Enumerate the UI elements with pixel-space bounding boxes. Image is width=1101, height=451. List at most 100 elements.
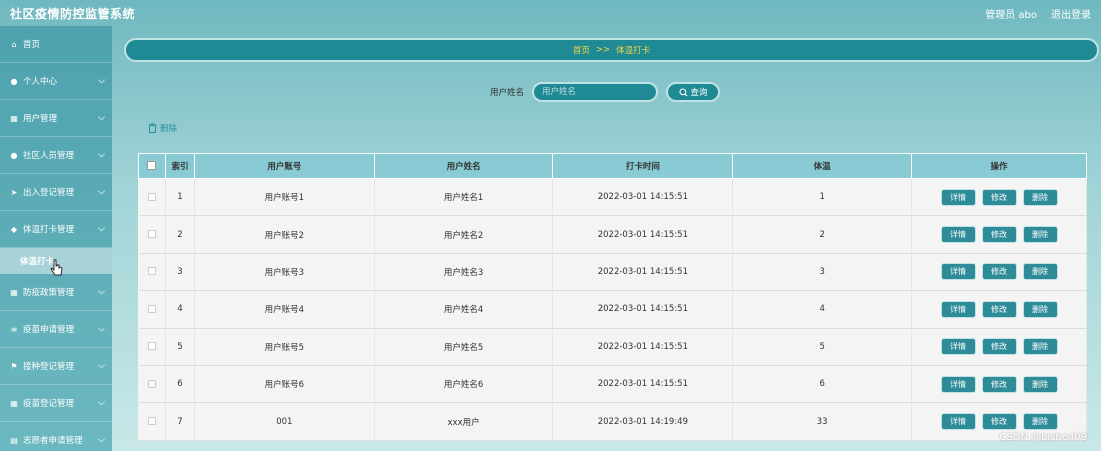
sidebar-item-table-b4[interactable]: ▤ 志愿者申请管理 xyxy=(0,422,112,451)
system-title: 社区疫情防控监管系统 xyxy=(10,6,136,21)
cell-name: 用户姓名2 xyxy=(374,215,554,254)
breadcrumb: 首页 >> 体温打卡 xyxy=(124,38,1099,62)
table-row: 5 用户账号5 用户姓名5 2022-03-01 14:15:51 5 详情 修改 删除 xyxy=(138,328,1087,366)
detail-button[interactable]: 详情 xyxy=(940,338,976,356)
sidebar-item-flag-b2[interactable]: ⚑ 接种登记管理 xyxy=(0,348,112,385)
table-icon: ▤ xyxy=(10,435,18,445)
sidebar-item-thumb-a5[interactable]: ◆ 体温打卡管理 xyxy=(0,211,112,248)
row-checkbox[interactable] xyxy=(147,342,156,351)
sidebar-item-users-a2[interactable]: ▦ 用户管理 xyxy=(0,100,112,137)
row-select-cell xyxy=(138,215,166,254)
breadcrumb-home[interactable]: 首页 xyxy=(573,44,590,56)
sidebar-item-person-a3[interactable]: ● 社区人员管理 xyxy=(0,137,112,174)
sidebar-item-list-b1[interactable]: ≡ 疫苗申请管理 xyxy=(0,311,112,348)
sidebar-item-grid-b0[interactable]: ▦ 防疫政策管理 xyxy=(0,274,112,311)
cell-account: 用户账号4 xyxy=(194,290,375,329)
sidebar-item-label: 体温打卡管理 xyxy=(23,225,75,235)
row-checkbox[interactable] xyxy=(147,379,156,388)
cell-temperature: 3 xyxy=(732,253,913,292)
delete-button[interactable]: 删除 xyxy=(1022,226,1058,244)
chevron-down-icon xyxy=(97,76,106,84)
cell-account: 用户账号3 xyxy=(194,253,375,292)
column-header-index: 索引 xyxy=(164,153,195,179)
delete-button[interactable]: 删除 xyxy=(1022,375,1058,393)
cell-time: 2022-03-01 14:15:51 xyxy=(552,253,734,292)
delete-button[interactable]: 删除 xyxy=(1022,338,1058,356)
cell-actions: 详情 修改 删除 xyxy=(911,328,1087,366)
delete-button[interactable]: 删除 xyxy=(1022,263,1058,281)
logout-link[interactable]: 退出登录 xyxy=(1051,6,1091,21)
sidebar-item-label: 用户管理 xyxy=(23,114,58,124)
submenu-label: 体温打卡 xyxy=(20,257,55,267)
row-select-cell xyxy=(138,402,166,441)
edit-button[interactable]: 修改 xyxy=(981,188,1017,206)
detail-button[interactable]: 详情 xyxy=(940,188,976,206)
table-row: 3 用户账号3 用户姓名3 2022-03-01 14:15:51 3 详情 修改 删除 xyxy=(138,253,1087,292)
admin-user-label[interactable]: 管理员 abo xyxy=(985,6,1037,21)
watermark: CSDN @bishe409 xyxy=(999,432,1087,443)
sidebar-item-label: 志愿者申请管理 xyxy=(23,436,83,446)
row-checkbox[interactable] xyxy=(147,267,156,276)
row-checkbox[interactable] xyxy=(147,304,156,313)
chevron-down-icon xyxy=(97,324,106,332)
column-header-name: 用户姓名 xyxy=(373,153,554,179)
sidebar-item-grid-b3[interactable]: ▦ 疫苗登记管理 xyxy=(0,385,112,422)
chevron-down-icon xyxy=(97,398,106,406)
cell-name: 用户姓名6 xyxy=(374,365,554,404)
row-select-cell xyxy=(138,365,166,404)
cell-temperature: 1 xyxy=(732,178,913,217)
edit-button[interactable]: 修改 xyxy=(981,413,1017,431)
cell-index: 1 xyxy=(165,178,195,217)
sidebar-item-label: 疫苗申请管理 xyxy=(23,325,75,335)
chevron-down-icon xyxy=(97,113,106,121)
cell-time: 2022-03-01 14:15:51 xyxy=(552,365,734,404)
sidebar-item-user-a1[interactable]: ● 个人中心 xyxy=(0,63,112,100)
cell-index: 3 xyxy=(165,253,195,292)
select-all-checkbox[interactable] xyxy=(147,161,157,170)
cell-time: 2022-03-01 14:19:49 xyxy=(552,402,734,441)
cell-actions: 详情 修改 删除 xyxy=(911,365,1087,404)
edit-button[interactable]: 修改 xyxy=(981,338,1017,356)
detail-button[interactable]: 详情 xyxy=(940,300,976,318)
edit-button[interactable]: 修改 xyxy=(981,375,1017,393)
cell-index: 6 xyxy=(165,365,195,404)
detail-button[interactable]: 详情 xyxy=(940,375,976,393)
row-checkbox[interactable] xyxy=(147,230,156,239)
cell-account: 001 xyxy=(194,402,375,441)
detail-button[interactable]: 详情 xyxy=(940,413,976,431)
cell-name: 用户姓名4 xyxy=(374,290,554,329)
top-right-links: 管理员 abo 退出登录 xyxy=(985,6,1091,21)
detail-button[interactable]: 详情 xyxy=(940,263,976,281)
row-select-cell xyxy=(138,290,166,329)
send-icon: ➤ xyxy=(10,187,18,197)
delete-button[interactable]: 删除 xyxy=(1022,413,1058,431)
chevron-down-icon xyxy=(97,150,106,158)
table-row: 1 用户账号1 用户姓名1 2022-03-01 14:15:51 1 详情 修改 删除 xyxy=(138,178,1087,217)
edit-button[interactable]: 修改 xyxy=(981,226,1017,244)
cell-index: 7 xyxy=(165,402,195,441)
search-icon xyxy=(678,87,687,96)
row-checkbox[interactable] xyxy=(147,417,156,426)
sidebar-item-send-a4[interactable]: ➤ 出入登记管理 xyxy=(0,174,112,211)
cell-account: 用户账号5 xyxy=(194,328,375,366)
search-button[interactable]: 查询 xyxy=(666,82,721,102)
breadcrumb-current: 体温打卡 xyxy=(616,46,651,56)
edit-button[interactable]: 修改 xyxy=(981,263,1017,281)
select-all-cell xyxy=(138,153,166,179)
cell-index: 2 xyxy=(165,215,195,254)
batch-delete-button[interactable]: 删除 xyxy=(148,122,177,134)
edit-button[interactable]: 修改 xyxy=(981,300,1017,318)
sidebar-item-home-a0[interactable]: ⌂ 首页 xyxy=(0,26,112,63)
batch-delete-label: 删除 xyxy=(160,124,178,134)
delete-button[interactable]: 删除 xyxy=(1022,188,1058,206)
checkin-table: 索引 用户账号 用户姓名 打卡时间 体温 操作 1 用户账号1 用户姓名1 2022-… xyxy=(138,153,1087,441)
cell-account: 用户账号2 xyxy=(194,215,375,254)
delete-button[interactable]: 删除 xyxy=(1022,300,1058,318)
person-icon: ● xyxy=(10,150,18,160)
search-input[interactable] xyxy=(532,82,659,102)
row-checkbox[interactable] xyxy=(147,192,156,201)
cell-time: 2022-03-01 14:15:51 xyxy=(552,290,734,329)
column-header-actions: 操作 xyxy=(911,153,1087,179)
users-icon: ▦ xyxy=(10,113,18,123)
detail-button[interactable]: 详情 xyxy=(940,226,976,244)
